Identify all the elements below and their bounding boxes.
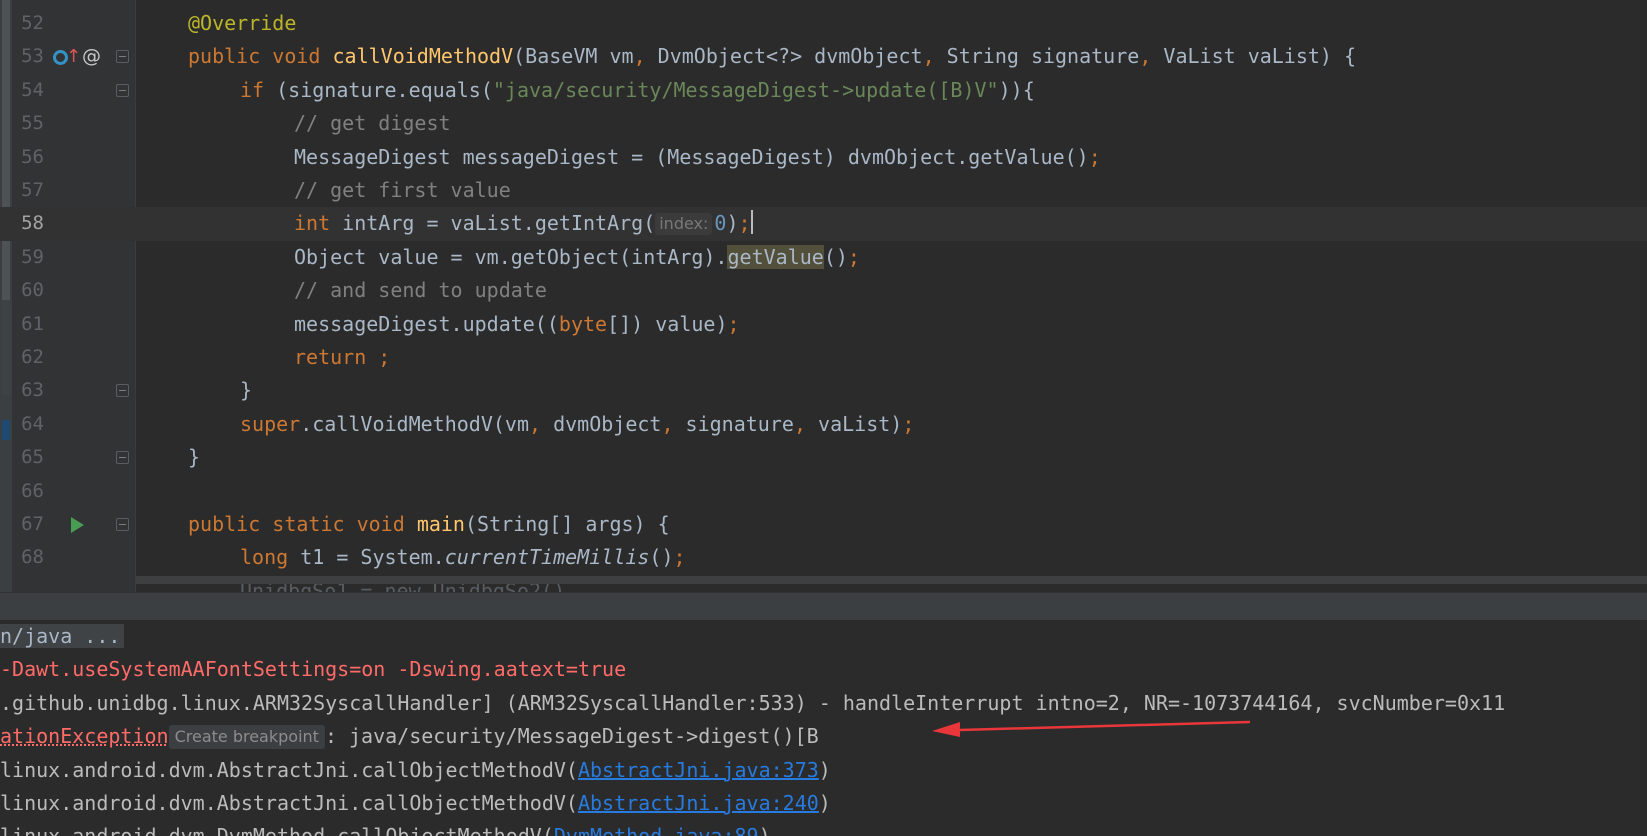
fold-icon[interactable] [116, 451, 129, 465]
run-gutter-icon[interactable] [71, 517, 84, 533]
source-link[interactable]: AbstractJni.java:240 [578, 791, 819, 815]
text-caret [750, 210, 753, 235]
line-number: 57 [21, 179, 44, 201]
console-exception-line: ationException Create breakpoint: java/se… [0, 724, 819, 750]
code-line-52[interactable]: 52 @Override [0, 7, 1647, 40]
code-line-58-current[interactable]: 58 int intArg = vaList.getIntArg(index: 0… [0, 207, 1647, 241]
line-number: 68 [21, 546, 44, 569]
parameter-hint: index: [655, 213, 713, 236]
code-text: messageDigest.update((byte[]) value); [294, 311, 740, 336]
console-log-line: .github.unidbg.linux.ARM32SyscallHandler… [0, 690, 1506, 715]
line-number: 60 [21, 279, 44, 302]
fold-icon[interactable] [116, 518, 129, 531]
code-editor[interactable]: 52 @Override 53 ↑ @ public void callVoid… [0, 0, 1647, 592]
code-line-56[interactable]: 56 MessageDigest messageDigest = (Messag… [0, 141, 1647, 174]
panel-divider[interactable] [0, 592, 1647, 621]
code-text: // get digest [294, 111, 451, 136]
stack-trace-line: linux.android.dvm.DvmMethod.callObjectMe… [0, 820, 771, 836]
code-line-68[interactable]: 68 long t1 = System.currentTimeMillis(); [0, 541, 1647, 574]
line-number: 66 [21, 479, 44, 502]
code-line-54[interactable]: 54 if (signature.equals("java/security/M… [0, 74, 1647, 107]
exception-class-link[interactable]: ationException [0, 724, 169, 748]
line-number: 55 [21, 112, 44, 135]
up-arrow-icon[interactable]: ↑ [66, 40, 81, 73]
code-text: long t1 = System.currentTimeMillis(); [240, 545, 686, 570]
source-link[interactable]: AbstractJni.java:373 [578, 758, 819, 782]
code-text: return ; [294, 345, 391, 369]
line-number: 54 [21, 78, 44, 101]
code-line-63[interactable]: 63 } [0, 374, 1647, 407]
line-number: 53 [21, 45, 44, 68]
code-line-64[interactable]: 64 super.callVoidMethodV(vm, dvmObject, … [0, 408, 1647, 441]
code-text: if (signature.equals("java/security/Mess… [240, 77, 1035, 102]
line-number: 64 [21, 412, 44, 435]
code-line-66[interactable]: 66 [0, 475, 1647, 508]
code-text: } [240, 378, 253, 403]
code-text: public static void main(String[] args) { [188, 512, 670, 536]
code-line-67[interactable]: 67 public static void main(String[] args… [0, 508, 1647, 541]
code-text: public void callVoidMethodV(BaseVM vm, D… [188, 44, 1357, 69]
code-line-62[interactable]: 62 return ; [0, 341, 1647, 374]
code-text: MessageDigest messageDigest = (MessageDi… [294, 144, 1101, 169]
code-text: // get first value [294, 178, 511, 202]
code-text: int intArg = vaList.getIntArg(index: 0); [294, 210, 753, 236]
fold-icon[interactable] [116, 50, 129, 64]
at-annotation-icon[interactable]: @ [82, 40, 101, 73]
stack-trace-line: linux.android.dvm.AbstractJni.callObject… [0, 757, 831, 782]
code-text: } [188, 445, 201, 470]
horizontal-scrollbar[interactable] [136, 576, 1647, 584]
console-cmd-line: n/java ... [0, 620, 125, 653]
code-line-59[interactable]: 59 Object value = vm.getObject(intArg).g… [0, 241, 1647, 274]
create-breakpoint-tooltip[interactable]: Create breakpoint [168, 725, 325, 750]
source-link[interactable]: DvmMethod.java:89 [554, 824, 759, 836]
code-line-60[interactable]: 60 // and send to update [0, 274, 1647, 307]
console-jvm-options: -Dawt.useSystemAAFontSettings=on -Dswing… [0, 657, 627, 682]
stack-trace-line: linux.android.dvm.AbstractJni.callObject… [0, 791, 831, 815]
code-line-55[interactable]: 55 // get digest [0, 107, 1647, 140]
code-text: @Override [188, 11, 297, 35]
code-line-65[interactable]: 65 } [0, 441, 1647, 474]
fold-icon[interactable] [116, 83, 129, 97]
line-number: 56 [21, 145, 44, 168]
line-number: 63 [21, 379, 44, 402]
line-number: 52 [21, 12, 44, 34]
line-number: 65 [21, 446, 44, 469]
red-annotation-arrow [932, 720, 1250, 737]
fold-icon[interactable] [116, 384, 129, 398]
code-text: // and send to update [294, 278, 547, 303]
line-number: 59 [21, 245, 44, 268]
line-number: 67 [21, 513, 44, 535]
line-number: 61 [21, 312, 44, 335]
code-text: Object value = vm.getObject(intArg).getV… [294, 244, 860, 269]
line-number: 58 [21, 212, 44, 235]
code-line-61[interactable]: 61 messageDigest.update((byte[]) value); [0, 308, 1647, 341]
line-number: 62 [21, 346, 44, 368]
code-text: super.callVoidMethodV(vm, dvmObject, sig… [240, 411, 915, 436]
highlighted-usage: getValue [727, 244, 824, 269]
code-line-53[interactable]: 53 ↑ @ public void callVoidMethodV(BaseV… [0, 40, 1647, 73]
code-line-57[interactable]: 57 // get first value [0, 174, 1647, 207]
run-console[interactable]: n/java ... -Dawt.useSystemAAFontSettings… [0, 620, 1647, 836]
